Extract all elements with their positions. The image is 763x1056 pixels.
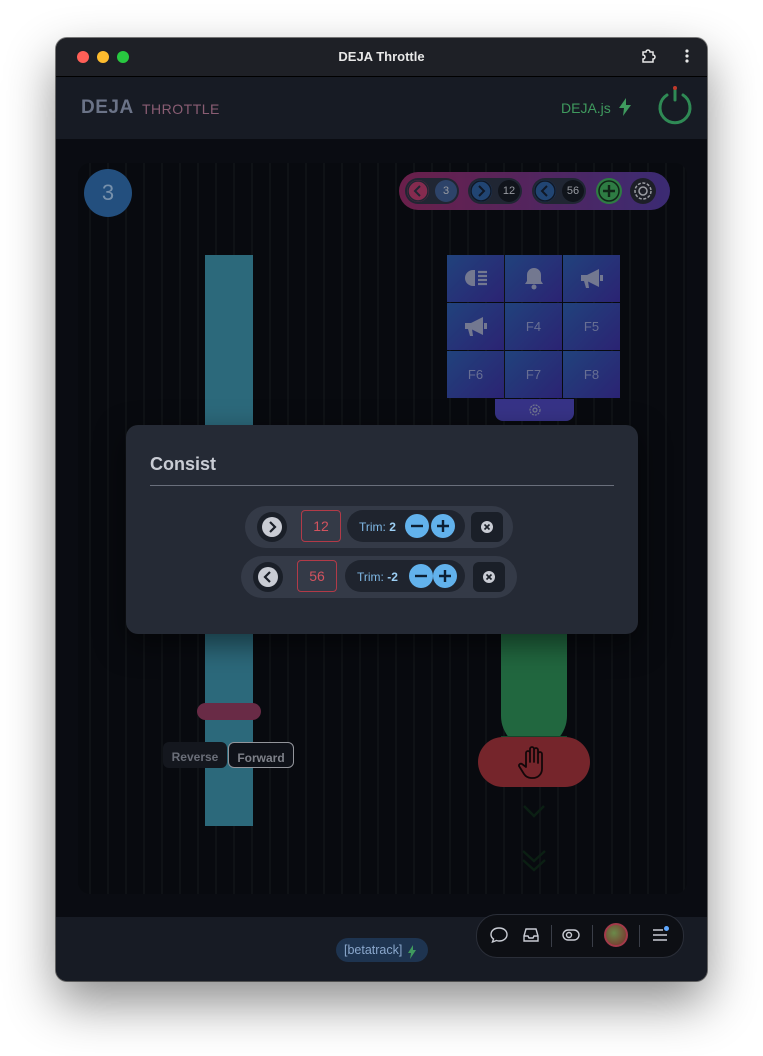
remove-consist-loco-button[interactable] xyxy=(471,512,503,542)
divider xyxy=(592,925,593,947)
direction-toggle-button[interactable] xyxy=(257,512,287,542)
divider xyxy=(150,485,614,486)
trim-control: Trim: -2 xyxy=(345,560,465,592)
plus-icon xyxy=(439,570,451,582)
chevron-left-circle-icon xyxy=(258,567,278,587)
throttle-main: 3 3 12 56 Reverse Forward F4 F5 F6 F7 F8… xyxy=(56,139,707,917)
app-footer: [betatrack] xyxy=(56,914,707,981)
consist-loco-address[interactable]: 56 xyxy=(297,560,337,592)
inbox-icon[interactable] xyxy=(521,925,541,950)
trim-increase-button[interactable] xyxy=(431,514,455,538)
bottom-dock xyxy=(476,914,684,958)
remove-consist-loco-button[interactable] xyxy=(473,562,505,592)
toggle-view-icon[interactable] xyxy=(561,925,581,950)
brand-subtitle: THROTTLE xyxy=(142,101,220,117)
power-icon[interactable] xyxy=(654,86,696,133)
divider xyxy=(551,925,552,947)
brand-name: DEJA xyxy=(81,97,134,118)
consist-loco-address[interactable]: 12 xyxy=(301,510,341,542)
extension-icon[interactable] xyxy=(640,48,656,69)
notification-dot xyxy=(664,926,669,931)
app-header: DEJA THROTTLE DEJA.js xyxy=(56,77,707,139)
dialog-title: Consist xyxy=(150,454,217,474)
more-menu-icon[interactable] xyxy=(684,48,690,69)
app-window: DEJA Throttle DEJA THROTTLE DEJA.js 3 3 … xyxy=(56,38,707,981)
plus-icon xyxy=(437,520,449,532)
trim-increase-button[interactable] xyxy=(433,564,457,588)
divider xyxy=(639,925,640,947)
title-bar: DEJA Throttle xyxy=(56,38,707,77)
consist-row: 56 Trim: -2 xyxy=(241,556,517,598)
trim-decrease-button[interactable] xyxy=(409,564,433,588)
trim-decrease-button[interactable] xyxy=(405,514,429,538)
direction-toggle-button[interactable] xyxy=(253,562,283,592)
consist-row: 12 Trim: 2 xyxy=(245,506,513,548)
layout-name: [betatrack] xyxy=(344,943,403,957)
close-circle-icon xyxy=(481,521,493,533)
bolt-icon xyxy=(407,943,417,967)
minus-icon xyxy=(411,524,423,528)
chevron-right-circle-icon xyxy=(262,517,282,537)
consist-dialog: Consist 12 Trim: 2 56 Trim: -2 xyxy=(126,425,638,634)
layout-pill[interactable]: [betatrack] xyxy=(336,938,428,962)
minus-icon xyxy=(415,574,427,578)
trim-label: Trim: 2 xyxy=(359,520,396,534)
connected-bolt-icon xyxy=(618,98,632,121)
trim-control: Trim: 2 xyxy=(347,510,465,542)
server-status-label[interactable]: DEJA.js xyxy=(561,100,611,116)
close-circle-icon xyxy=(483,571,495,583)
chat-icon[interactable] xyxy=(489,925,509,950)
user-avatar[interactable] xyxy=(604,923,628,947)
window-title: DEJA Throttle xyxy=(338,49,425,64)
trim-label: Trim: -2 xyxy=(357,570,398,584)
